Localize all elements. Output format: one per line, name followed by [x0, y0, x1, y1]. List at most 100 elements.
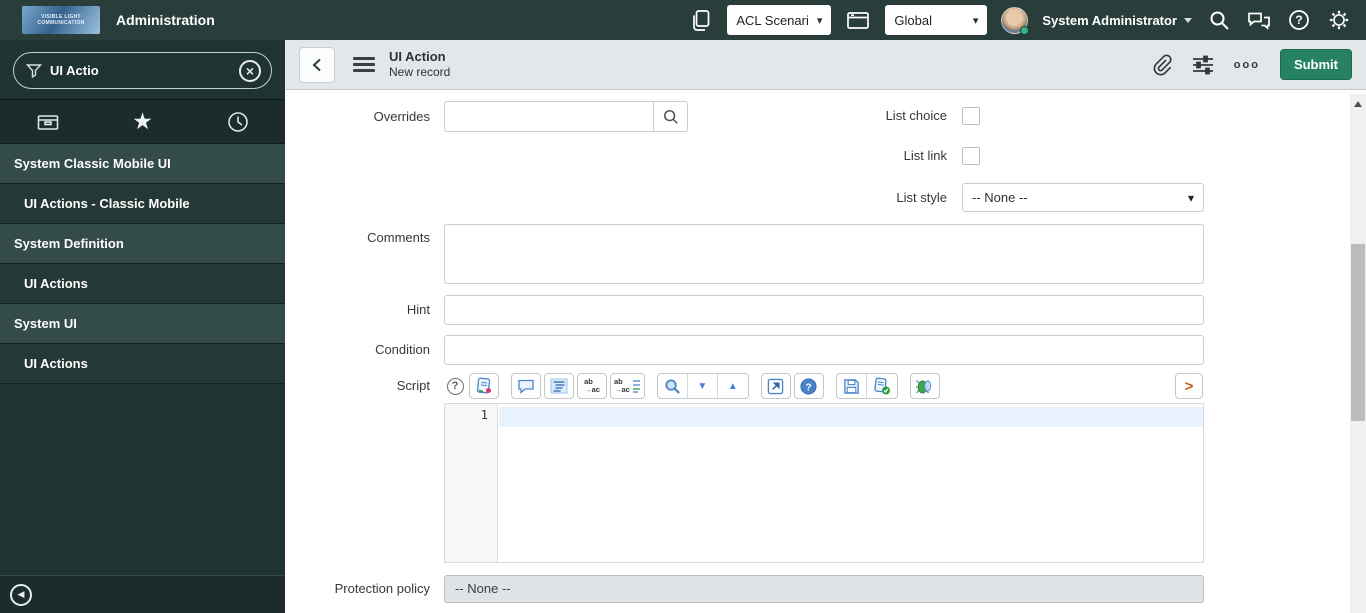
vertical-scrollbar[interactable] [1350, 94, 1366, 613]
overrides-lookup-button[interactable] [653, 101, 688, 132]
floppy-save-icon [844, 378, 859, 394]
save-script-button[interactable] [837, 374, 867, 398]
form-context-menu-icon[interactable] [353, 57, 375, 72]
form-header-bar: UI Action New record ooo Submit [285, 40, 1366, 90]
more-options-button[interactable]: ooo [1234, 59, 1260, 71]
nav-section-system-ui[interactable]: System UI [0, 304, 285, 344]
nav-section-system-classic-mobile-ui[interactable]: System Classic Mobile UI [0, 144, 285, 184]
scroll-up-arrow-icon[interactable] [1354, 101, 1362, 107]
collapse-navigator-button[interactable]: ◀ [10, 583, 32, 606]
list-choice-checkbox[interactable] [962, 107, 980, 125]
list-link-checkbox[interactable] [962, 147, 980, 165]
user-menu[interactable]: System Administrator [1042, 13, 1192, 28]
form-title-block: UI Action New record [389, 49, 450, 80]
script-help-button[interactable]: ? [444, 377, 466, 395]
replace-all-button[interactable]: ab →ac [610, 373, 645, 399]
company-logo[interactable]: VISIBLE LIGHT COMMUNICATION [22, 6, 100, 34]
filter-clear-button[interactable]: × [239, 59, 261, 82]
comments-textarea[interactable] [444, 224, 1204, 284]
update-set-value: ACL Scenari [736, 12, 809, 28]
back-button[interactable] [299, 46, 335, 83]
script-editor-help-button[interactable]: ? [793, 373, 824, 399]
navigator-footer: ◀ [0, 575, 285, 613]
attachment-paperclip-icon[interactable] [1152, 53, 1172, 76]
scrollbar-thumb[interactable] [1351, 244, 1365, 421]
help-icon[interactable]: ? [1286, 7, 1312, 33]
update-set-picker[interactable]: ACL Scenari ▾ [727, 5, 832, 35]
user-name-label: System Administrator [1042, 12, 1177, 28]
application-picker-icon[interactable] [845, 7, 871, 33]
logo-text: VISIBLE LIGHT COMMUNICATION [37, 14, 85, 26]
script-check-icon [476, 377, 491, 394]
nav-section-system-definition[interactable]: System Definition [0, 224, 285, 264]
svg-text:?: ? [1295, 13, 1302, 27]
active-line-highlight [499, 407, 1203, 427]
help-filled-icon: ? [800, 377, 817, 395]
chevron-down-icon: ▾ [816, 14, 823, 27]
gear-icon[interactable] [1326, 7, 1352, 33]
script-code-editor[interactable]: 1 [444, 403, 1204, 563]
replace-all-icon: ab →ac [614, 376, 630, 394]
script-editor-toolbar: ? ab →ac ab →ac ▼ ▲ ? [444, 373, 940, 399]
protection-policy-label: Protection policy [334, 581, 430, 596]
personalize-form-sliders-icon[interactable] [1192, 55, 1214, 75]
clock-icon [227, 111, 248, 132]
tab-favorites[interactable]: ★ [95, 100, 190, 143]
find-previous-button[interactable]: ▲ [718, 374, 748, 398]
list-style-select[interactable]: -- None -- ▾ [962, 183, 1204, 212]
nav-item-ui-actions-system-ui[interactable]: UI Actions [0, 344, 285, 384]
hint-input[interactable] [444, 295, 1204, 325]
main-content: UI Action New record ooo Submit Override… [285, 40, 1366, 613]
search-icon [663, 109, 678, 124]
condition-input[interactable] [444, 335, 1204, 365]
bug-icon [916, 379, 932, 393]
save-and-check-button[interactable] [867, 374, 897, 398]
find-next-button[interactable]: ▼ [688, 374, 718, 398]
submit-button[interactable]: Submit [1279, 49, 1352, 80]
filter-input[interactable] [50, 63, 239, 78]
top-banner: VISIBLE LIGHT COMMUNICATION Administrati… [0, 0, 1366, 40]
app-title: Administration [116, 12, 215, 28]
save-group [835, 373, 898, 399]
expand-toolbar-button[interactable]: > [1175, 373, 1203, 399]
chevron-down-icon: ▾ [972, 14, 979, 27]
tab-history[interactable] [190, 100, 285, 143]
nav-item-ui-actions-classic-mobile[interactable]: UI Actions - Classic Mobile [0, 184, 285, 224]
update-set-icon[interactable] [687, 7, 713, 33]
condition-label: Condition [375, 342, 430, 357]
chevron-up-icon: ▲ [727, 380, 738, 392]
list-style-value: -- None -- [972, 190, 1028, 205]
caret-down-icon [1184, 17, 1192, 23]
script-debugger-button[interactable] [909, 373, 940, 399]
nav-item-ui-actions-definition[interactable]: UI Actions [0, 264, 285, 304]
svg-text:?: ? [806, 382, 812, 393]
form-subtitle: New record [389, 65, 451, 80]
replace-button[interactable]: ab →ac [577, 373, 607, 399]
form-header-actions: ooo Submit [1152, 49, 1352, 80]
syntax-check-button[interactable] [469, 373, 499, 399]
application-navigator: × ★ System Classic Mobile UI UI Actions … [0, 40, 285, 613]
funnel-icon [26, 63, 42, 78]
help-icon: ? [446, 377, 464, 395]
hint-label: Hint [406, 302, 430, 317]
chevron-down-icon: ▼ [697, 380, 708, 392]
popout-icon [768, 378, 784, 394]
global-search-icon[interactable] [1206, 7, 1232, 33]
toggle-comment-button[interactable] [511, 373, 541, 399]
list-link-label: List link [903, 148, 947, 163]
connect-chat-icon[interactable] [1246, 7, 1272, 33]
search-in-script-button[interactable] [658, 374, 688, 398]
close-icon: × [245, 62, 255, 79]
protection-policy-value: -- None -- [455, 581, 511, 596]
user-avatar[interactable] [1001, 6, 1030, 35]
replace-all-lines-icon [632, 380, 640, 393]
format-code-button[interactable] [544, 373, 574, 399]
navigator-tabs: ★ [0, 99, 285, 144]
script-check-success-icon [874, 377, 890, 395]
navigator-filter: × [0, 40, 285, 99]
form-title: UI Action [389, 48, 446, 64]
application-scope-picker[interactable]: Global ▾ [885, 5, 988, 35]
overrides-input[interactable] [444, 101, 653, 132]
tab-all-applications[interactable] [0, 100, 95, 143]
open-in-new-window-button[interactable] [760, 373, 791, 399]
